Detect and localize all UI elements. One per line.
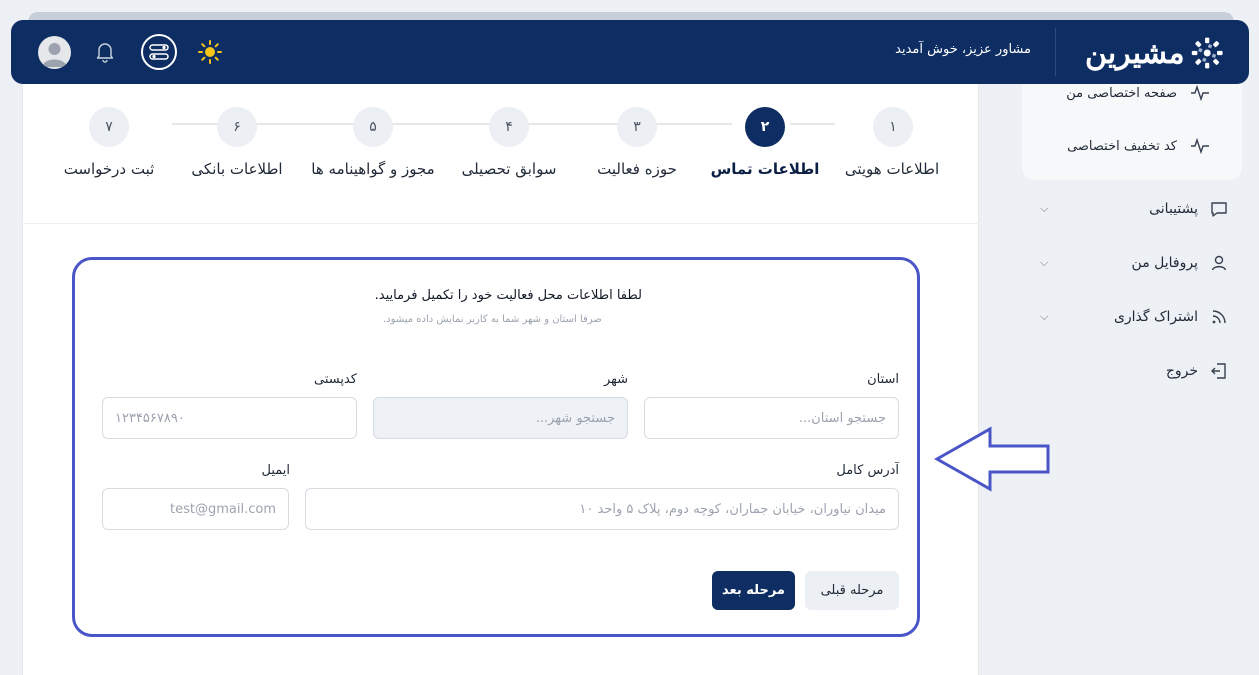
chevron-down-icon: ⌵	[1040, 202, 1049, 215]
sidebar-subitem-discount-code[interactable]: کد تخفیف اختصاصی	[1067, 135, 1211, 157]
postal-code-input[interactable]: ۱۲۳۴۵۶۷۸۹۰	[102, 397, 357, 439]
step-number: ۳	[633, 119, 641, 135]
header-divider	[1055, 28, 1056, 76]
step-number: ۴	[505, 119, 513, 135]
chevron-down-icon: ⌵	[1040, 256, 1049, 269]
steps-divider	[22, 223, 979, 224]
sidebar-item-support[interactable]: پشتیبانی ⌵	[1040, 196, 1230, 222]
sidebar-subitem-label: صفحه اختصاصی من	[1066, 85, 1177, 101]
sidebar-item-profile[interactable]: پروفایل من ⌵	[1040, 250, 1230, 276]
switch-settings-icon[interactable]	[141, 34, 177, 70]
step-1-circle[interactable]: ۱	[873, 107, 913, 147]
stepper-connector	[790, 123, 835, 125]
sidebar-item-label: اشتراک گذاری	[1113, 309, 1198, 325]
sidebar-subitem-label: کد تخفیف اختصاصی	[1067, 138, 1177, 154]
city-label: شهر	[603, 372, 628, 387]
city-placeholder: جستجو شهر...	[535, 410, 615, 426]
activity-icon	[1189, 82, 1211, 104]
logo-flower-icon	[1191, 37, 1223, 69]
province-label: استان	[867, 372, 899, 387]
address-label: آدرس کامل	[836, 463, 899, 478]
step-number: ۱	[889, 119, 897, 135]
email-placeholder: test@gmail.com	[170, 501, 276, 517]
city-input[interactable]: جستجو شهر...	[373, 397, 628, 439]
rss-icon	[1208, 306, 1230, 328]
sidebar-item-label: خروج	[1165, 363, 1198, 379]
step-number: ۵	[369, 119, 377, 135]
step-7-circle[interactable]: ۷	[89, 107, 129, 147]
welcome-text: مشاور عزیز، خوش آمدید	[895, 42, 1031, 57]
step-5-label: مجوز و گواهینامه ها	[311, 160, 435, 178]
user-avatar-icon[interactable]	[38, 36, 71, 69]
callout-arrow-icon	[933, 426, 1050, 492]
brand-name: مشیرین	[1085, 35, 1186, 71]
sidebar-item-logout[interactable]: خروج	[1040, 358, 1230, 384]
brand-logo[interactable]: مشیرین	[1085, 27, 1225, 79]
address-input[interactable]: میدان نیاوران، خیابان جماران، کوچه دوم، …	[305, 488, 899, 530]
top-header: مشیرین مشاور عزیز، خوش آمدید	[11, 20, 1249, 84]
step-4-circle[interactable]: ۴	[489, 107, 529, 147]
email-input[interactable]: test@gmail.com	[102, 488, 289, 530]
step-4-label: سوابق تحصیلی	[461, 160, 557, 178]
step-number: ۲	[760, 119, 770, 135]
province-placeholder: جستجو استان...	[798, 410, 886, 426]
step-7-label: ثبت درخواست	[63, 160, 155, 178]
sun-icon[interactable]	[198, 40, 222, 68]
sidebar-subitem-my-page[interactable]: صفحه اختصاصی من	[1066, 82, 1211, 104]
activity-icon	[1189, 135, 1211, 157]
province-input[interactable]: جستجو استان...	[644, 397, 899, 439]
sidebar-item-sharing[interactable]: اشتراک گذاری ⌵	[1040, 304, 1230, 330]
step-2-circle[interactable]: ۲	[745, 107, 785, 147]
chat-icon	[1208, 198, 1230, 220]
step-2-label: اطلاعات تماس	[710, 160, 820, 178]
step-6-label: اطلاعات بانکی	[191, 160, 283, 178]
step-number: ۷	[105, 119, 113, 135]
postal-code-placeholder: ۱۲۳۴۵۶۷۸۹۰	[115, 410, 185, 426]
form-title: لطفا اطلاعات محل فعالیت خود را تکمیل فرم…	[374, 288, 642, 303]
step-number: ۶	[233, 119, 241, 135]
logout-icon	[1208, 360, 1230, 382]
bell-icon[interactable]	[95, 41, 115, 67]
step-1-label: اطلاعات هویتی	[844, 160, 940, 178]
step-5-circle[interactable]: ۵	[353, 107, 393, 147]
next-step-button[interactable]: مرحله بعد	[712, 571, 795, 610]
step-3-circle[interactable]: ۳	[617, 107, 657, 147]
form-subtitle: صرفا استان و شهر شما به کاربر نمایش داده…	[383, 314, 602, 325]
address-placeholder: میدان نیاوران، خیابان جماران، کوچه دوم، …	[579, 501, 886, 517]
step-6-circle[interactable]: ۶	[217, 107, 257, 147]
user-icon	[1208, 252, 1230, 274]
email-label: ایمیل	[261, 463, 290, 478]
sidebar-item-label: پشتیبانی	[1149, 201, 1198, 217]
step-3-label: حوزه فعالیت	[597, 160, 677, 178]
sidebar-item-label: پروفایل من	[1131, 255, 1198, 271]
previous-step-button[interactable]: مرحله قبلی	[805, 571, 899, 610]
postal-code-label: کدپستی	[314, 372, 357, 387]
chevron-down-icon: ⌵	[1040, 310, 1049, 323]
